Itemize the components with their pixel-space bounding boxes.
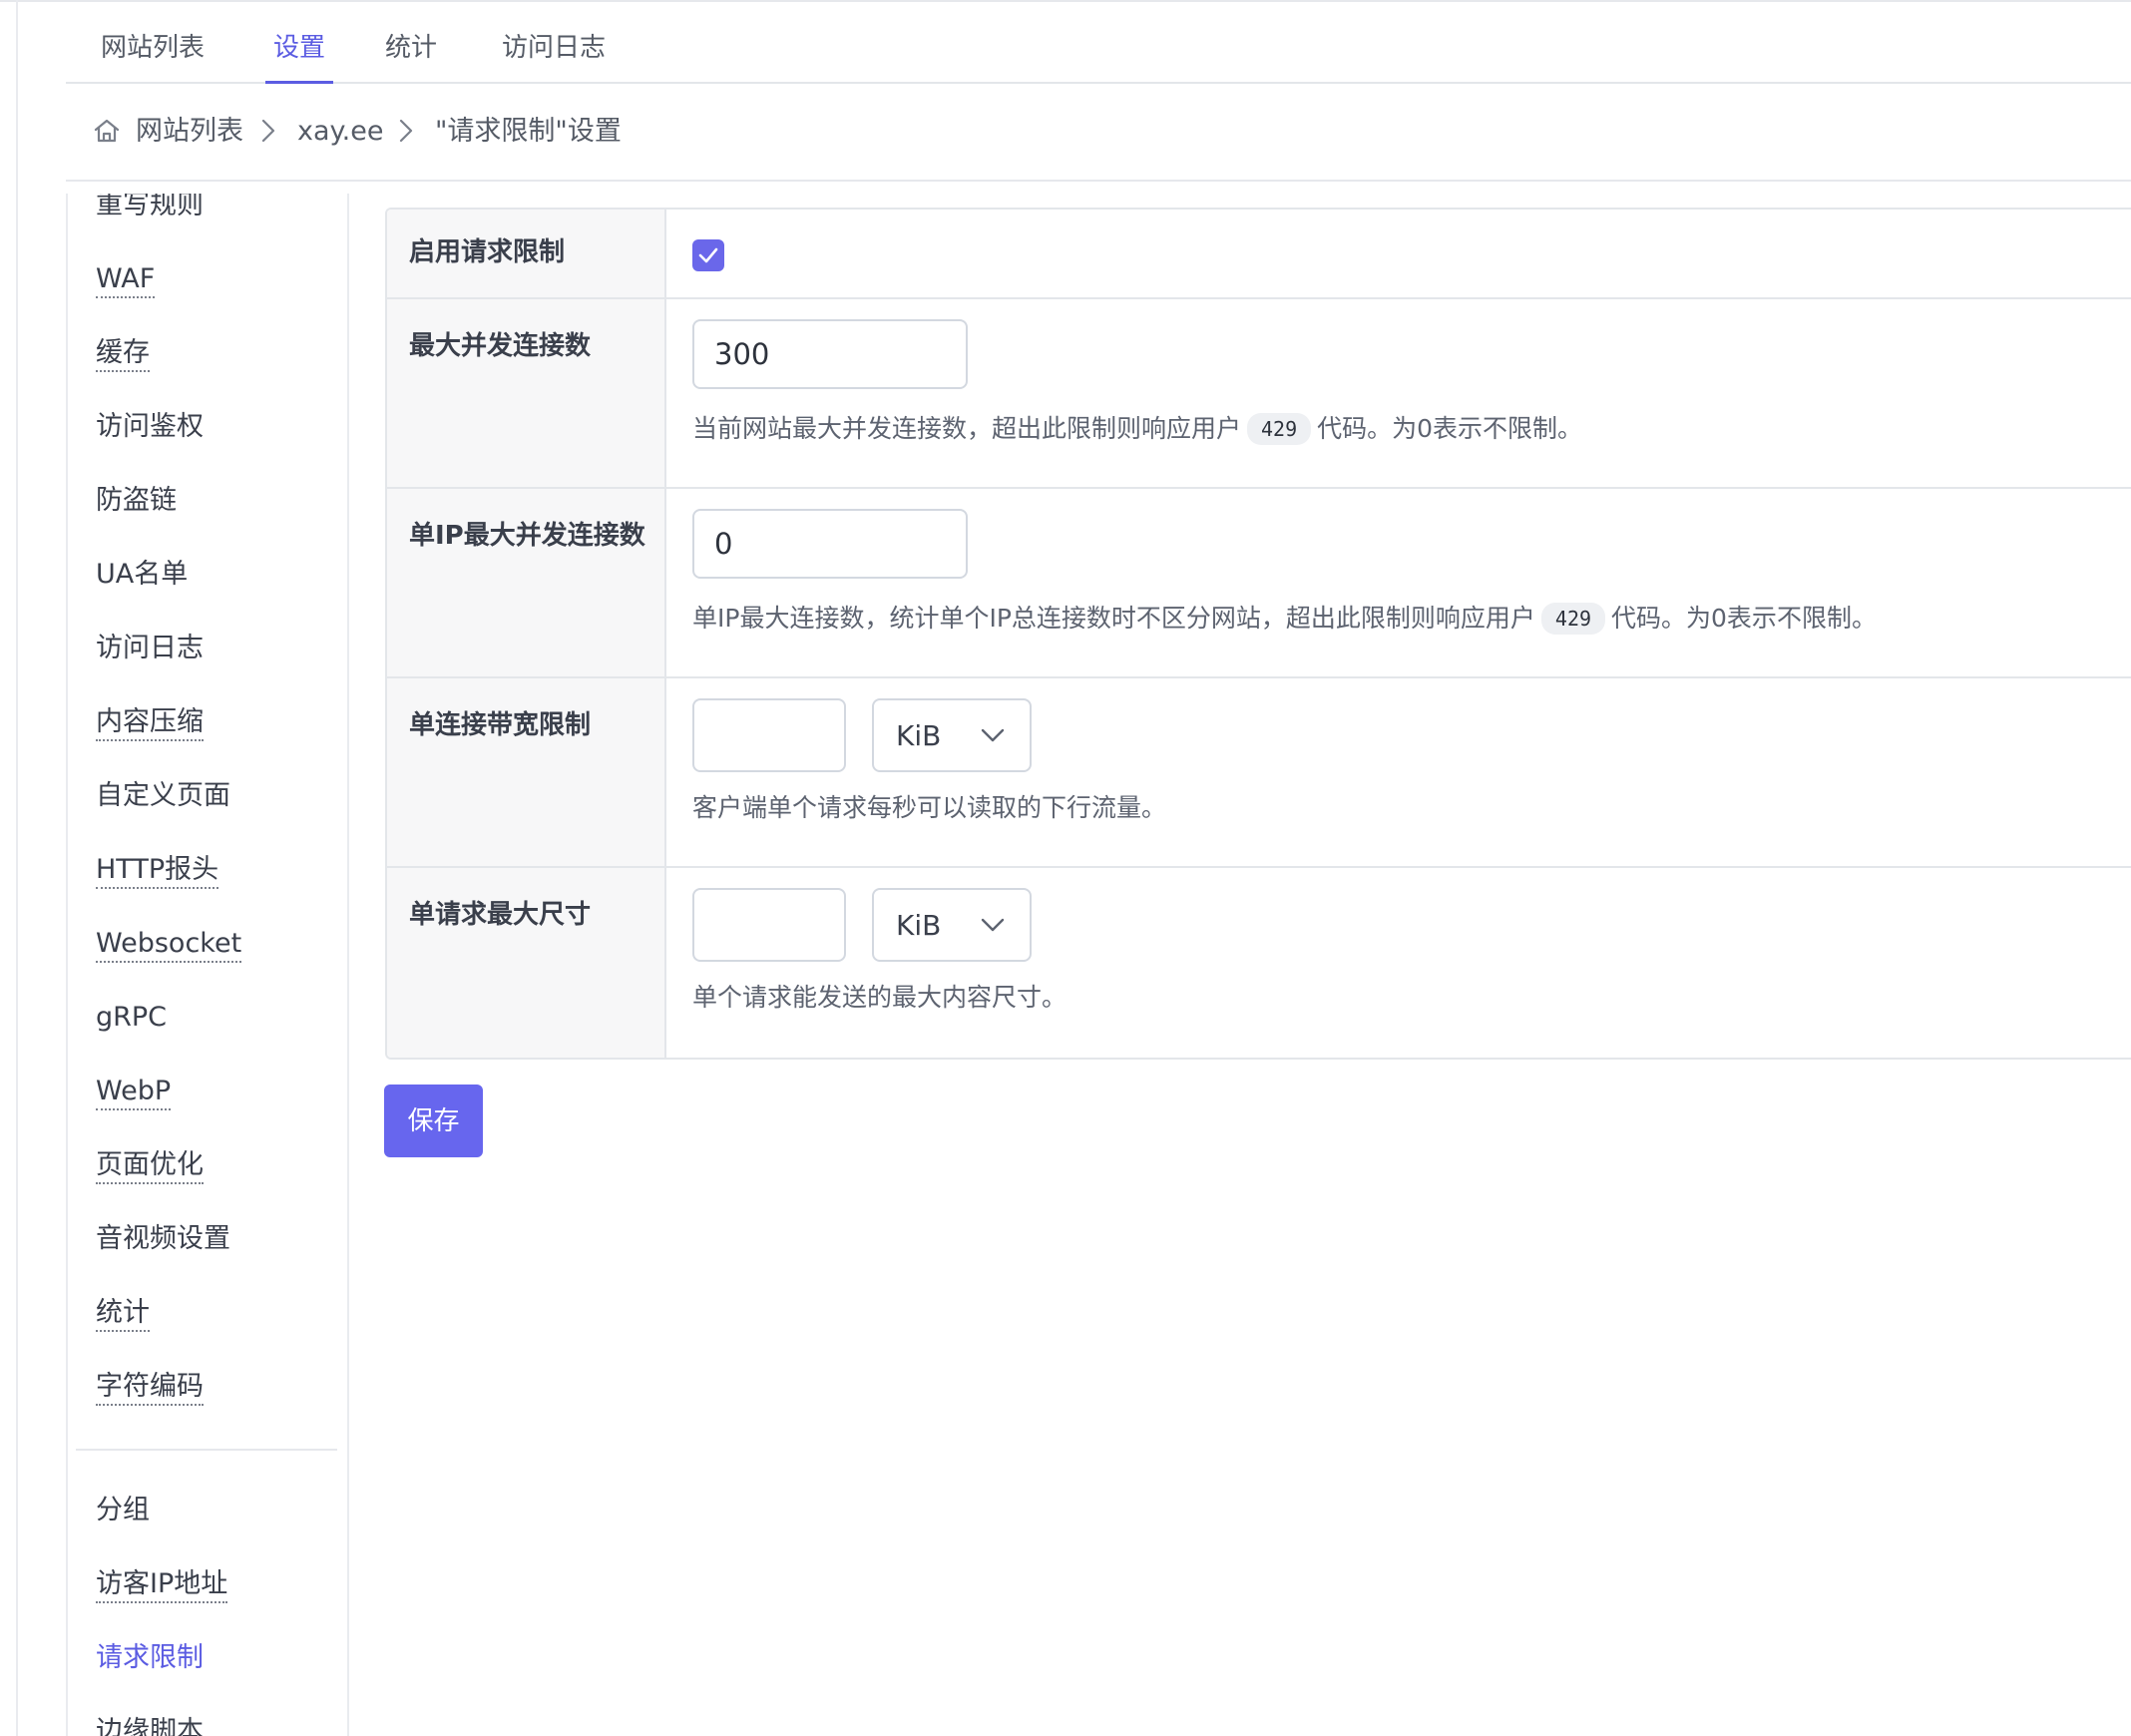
status-code-badge: 429 xyxy=(1540,603,1606,635)
sidebar-item-http-headers[interactable]: HTTP报头 xyxy=(96,848,219,892)
label-cell: 单请求最大尺寸 xyxy=(387,868,666,1058)
sidebar-item-access-log[interactable]: 访问日志 xyxy=(96,627,204,670)
max-ip-conns-label: 单IP最大并发连接数 xyxy=(409,521,645,551)
breadcrumb-website-list[interactable]: 网站列表 xyxy=(136,114,243,150)
max-ip-conns-input[interactable]: 0 xyxy=(692,509,968,579)
sidebar-item-waf[interactable]: WAF xyxy=(96,257,156,301)
sidebar-item-stats[interactable]: 统计 xyxy=(96,1291,150,1335)
tab-stats[interactable]: 统计 xyxy=(383,28,439,82)
sidebar-item-webp[interactable]: WebP xyxy=(96,1070,172,1113)
form-row-bandwidth: 单连接带宽限制 KiB 客户端单个请求每秒可以读取的下行流量。 xyxy=(387,678,2131,868)
max-conns-help: 当前网站最大并发连接数，超出此限制则响应用户 429 代码。为0表示不限制。 xyxy=(692,413,1583,445)
chevron-down-icon xyxy=(981,728,1005,742)
label-cell: 单IP最大并发连接数 xyxy=(387,489,666,676)
chevron-down-icon xyxy=(981,918,1005,932)
sidebar-item-compression[interactable]: 内容压缩 xyxy=(96,700,204,744)
breadcrumb-divider xyxy=(66,180,2131,182)
sidebar-item-edge-script[interactable]: 边缘脚本 xyxy=(96,1710,204,1736)
window-left-border xyxy=(16,0,18,1736)
max-ip-conns-help: 单IP最大连接数，统计单个IP总连接数时不区分网站，超出此限制则响应用户 429 代… xyxy=(692,603,1877,635)
max-conns-input[interactable]: 300 xyxy=(692,319,968,389)
tab-settings[interactable]: 设置 xyxy=(265,28,333,84)
save-button[interactable]: 保存 xyxy=(384,1085,483,1157)
sidebar-divider xyxy=(76,1449,337,1451)
tab-website-list[interactable]: 网站列表 xyxy=(98,28,208,82)
sidebar-item-websocket[interactable]: Websocket xyxy=(96,922,242,966)
check-icon xyxy=(698,247,718,263)
sidebar-item-referer[interactable]: 防盗链 xyxy=(96,479,177,523)
form-row-enable: 启用请求限制 xyxy=(387,210,2131,299)
label-cell: 单连接带宽限制 xyxy=(387,678,666,866)
sidebar-item-request-limit[interactable]: 请求限制 xyxy=(96,1636,204,1680)
sidebar-item-ua-list[interactable]: UA名单 xyxy=(96,553,188,597)
max-body-label: 单请求最大尺寸 xyxy=(409,900,592,930)
status-code-badge: 429 xyxy=(1247,413,1312,445)
sidebar-item-custom-pages[interactable]: 自定义页面 xyxy=(96,774,230,818)
bandwidth-label: 单连接带宽限制 xyxy=(409,710,592,740)
sidebar-item-media[interactable]: 音视频设置 xyxy=(96,1217,230,1261)
bandwidth-input[interactable] xyxy=(692,698,846,772)
form-row-max-conns: 最大并发连接数 300 当前网站最大并发连接数，超出此限制则响应用户 429 代码。… xyxy=(387,299,2131,489)
sidebar-item-grpc[interactable]: gRPC xyxy=(96,996,167,1040)
max-body-unit-select[interactable]: KiB xyxy=(872,888,1032,962)
bandwidth-unit-select[interactable]: KiB xyxy=(872,698,1032,772)
chevron-right-icon xyxy=(399,119,413,143)
top-tabs: 网站列表 设置 统计 访问日志 xyxy=(66,0,2131,84)
label-cell: 最大并发连接数 xyxy=(387,299,666,487)
breadcrumb-current: "请求限制"设置 xyxy=(435,116,622,147)
tab-access-log[interactable]: 访问日志 xyxy=(499,28,609,82)
breadcrumb: 网站列表 xay.ee "请求限制"设置 xyxy=(66,100,2131,160)
form-row-max-ip-conns: 单IP最大并发连接数 0 单IP最大连接数，统计单个IP总连接数时不区分网站，超… xyxy=(387,489,2131,678)
settings-sidebar: 重写规则 WAF 缓存 访问鉴权 防盗链 UA名单 访问日志 内容压缩 自定义页… xyxy=(66,194,349,1736)
sidebar-item-group[interactable]: 分组 xyxy=(96,1489,150,1532)
sidebar-item-cache[interactable]: 缓存 xyxy=(96,331,150,375)
request-limit-form: 启用请求限制 最大并发连接数 300 当前网站最大并发连接数，超出此限制则响应用… xyxy=(385,208,2131,1060)
breadcrumb-site[interactable]: xay.ee xyxy=(297,114,383,150)
chevron-right-icon xyxy=(261,119,275,143)
sidebar-item-auth[interactable]: 访问鉴权 xyxy=(96,405,204,449)
sidebar-item-page-optimization[interactable]: 页面优化 xyxy=(96,1143,204,1187)
max-body-help: 单个请求能发送的最大内容尺寸。 xyxy=(692,983,1067,1012)
sidebar-item-charset[interactable]: 字符编码 xyxy=(96,1365,204,1409)
enable-checkbox[interactable] xyxy=(692,239,724,271)
max-conns-label: 最大并发连接数 xyxy=(409,331,592,361)
bandwidth-help: 客户端单个请求每秒可以读取的下行流量。 xyxy=(692,793,1167,822)
label-cell: 启用请求限制 xyxy=(387,210,666,297)
sidebar-item-rewrite[interactable]: 重写规则 xyxy=(96,194,204,227)
home-icon[interactable] xyxy=(92,116,122,146)
sidebar-item-client-ip[interactable]: 访客IP地址 xyxy=(96,1562,228,1606)
form-row-max-body: 单请求最大尺寸 KiB 单个请求能发送的最大内容尺寸。 xyxy=(387,868,2131,1058)
max-body-input[interactable] xyxy=(692,888,846,962)
enable-label: 启用请求限制 xyxy=(409,237,566,267)
